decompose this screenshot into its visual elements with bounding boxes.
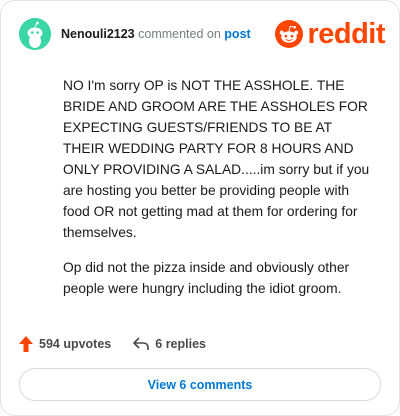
comment-paragraph: NO I'm sorry OP is NOT THE ASSHOLE. THE … xyxy=(63,78,370,240)
view-comments-button[interactable]: View 6 comments xyxy=(19,368,381,401)
upvote-arrow-icon xyxy=(19,336,33,352)
upvote-count: 594 upvotes xyxy=(39,337,112,351)
snoo-avatar-icon xyxy=(19,18,51,50)
reply-count: 6 replies xyxy=(155,337,206,351)
reddit-logo-icon xyxy=(275,20,304,48)
comment-paragraph: Op did not the pizza inside and obviousl… xyxy=(63,260,350,296)
reply-arrow-icon xyxy=(133,337,150,350)
comment-body: NO I'm sorry OP is NOT THE ASSHOLE. THE … xyxy=(63,75,375,313)
comment-meta: Nenouli2123 commented on post xyxy=(61,27,251,41)
comment-card: Nenouli2123 commented on post reddit NO … xyxy=(0,0,400,416)
user-avatar[interactable] xyxy=(19,18,51,50)
comment-header: Nenouli2123 commented on post reddit xyxy=(19,15,385,55)
reddit-logo[interactable]: reddit xyxy=(275,18,385,50)
username-link[interactable]: Nenouli2123 xyxy=(61,27,135,41)
reddit-wordmark: reddit xyxy=(307,18,385,50)
reply-button[interactable]: 6 replies xyxy=(133,337,206,351)
upvote-button[interactable]: 594 upvotes xyxy=(19,336,111,352)
comment-footer: 594 upvotes 6 replies xyxy=(19,333,228,355)
action-text: commented on xyxy=(138,27,221,41)
post-link[interactable]: post xyxy=(224,27,250,41)
